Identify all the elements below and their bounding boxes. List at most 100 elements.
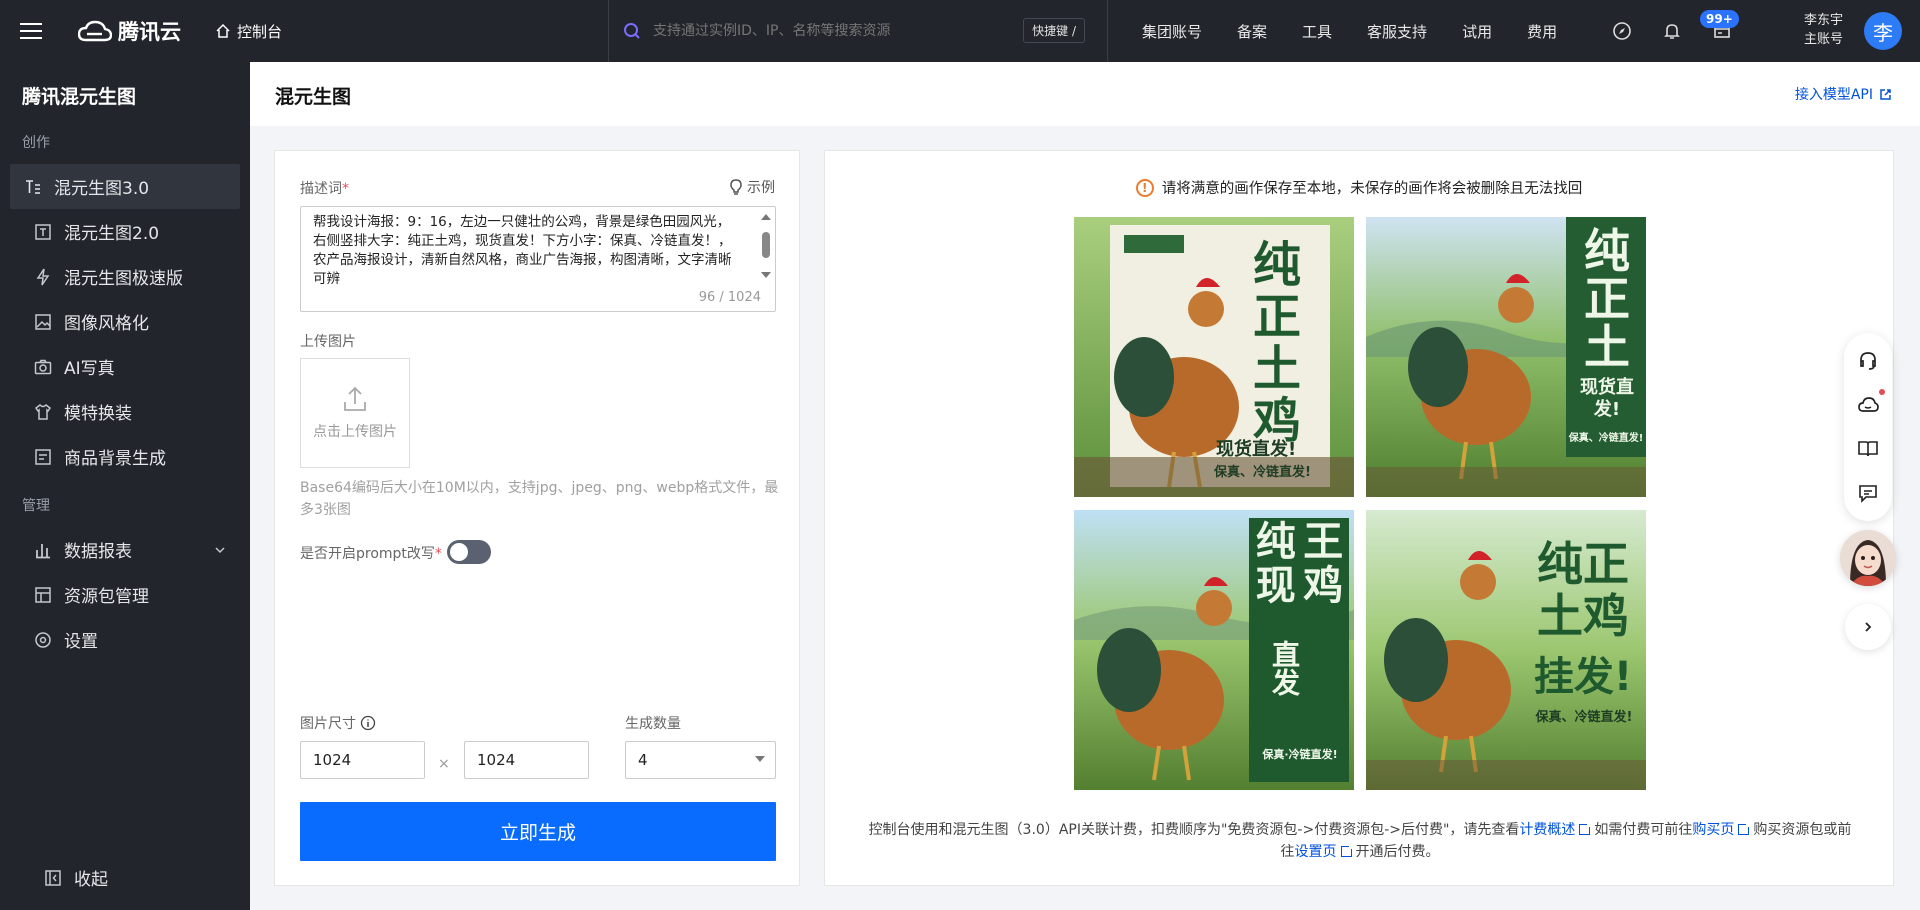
text-box-icon <box>32 221 54 243</box>
poster-small-text: 保真·冷链直发! <box>1262 748 1338 761</box>
poster-title-char: 正 <box>1252 289 1301 345</box>
sidebar-item-hunyuan-3[interactable]: 混元生图3.0 <box>10 164 240 209</box>
sidebar-item-packages[interactable]: 资源包管理 <box>10 572 240 617</box>
times-sign: × <box>438 756 450 772</box>
poster-subtitle: 挂发! <box>1533 654 1633 700</box>
home-icon <box>216 23 230 38</box>
count-select[interactable]: 4 <box>625 741 776 779</box>
poster-title: 纯正 土鸡 <box>1524 538 1642 642</box>
generated-image-4[interactable]: 纯正 土鸡 挂发! 保真、冷链直发! <box>1366 510 1646 790</box>
results-panel: ! 请将满意的画作保存至本地，未保存的画作将会被删除且无法找回 纯 正 土 鸡 … <box>824 150 1894 886</box>
upload-area[interactable]: 点击上传图片 <box>300 358 410 468</box>
assistant-avatar[interactable] <box>1840 530 1896 586</box>
nav-billing[interactable]: 费用 <box>1527 21 1557 42</box>
api-link[interactable]: 接入模型API <box>1795 84 1892 104</box>
upload-icon <box>344 386 366 411</box>
search-input[interactable] <box>653 23 993 39</box>
poster-title-line: 土鸡 <box>1537 589 1629 643</box>
generated-image-3[interactable]: 纯 王 现 鸡 直发 保真·冷链直发! <box>1074 510 1354 790</box>
save-warning: ! 请将满意的画作保存至本地，未保存的画作将会被删除且无法找回 <box>825 177 1893 198</box>
sidebar-item-product-bg[interactable]: 商品背景生成 <box>10 434 240 479</box>
nav-tools[interactable]: 工具 <box>1302 21 1332 42</box>
char-count: 96 / 1024 <box>698 290 761 305</box>
settings-icon <box>32 629 54 651</box>
sidebar-item-label: 资源包管理 <box>64 587 149 607</box>
bell-icon[interactable] <box>1662 21 1682 41</box>
section-manage: 管理 <box>22 498 50 514</box>
warning-text: 请将满意的画作保存至本地，未保存的画作将会被删除且无法找回 <box>1161 181 1583 197</box>
shortcut-hint: 快捷键 / <box>1023 18 1085 43</box>
billing-overview-link[interactable]: 计费概述 <box>1519 822 1575 838</box>
sidebar-item-stylize[interactable]: 图像风格化 <box>10 299 240 344</box>
cloud-chat-icon[interactable] <box>1856 389 1885 417</box>
sidebar-item-hunyuan-2[interactable]: 混元生图2.0 <box>10 209 240 254</box>
billing-note-suffix: 开通后付费。 <box>1355 844 1440 860</box>
floating-toolbar <box>1844 333 1892 521</box>
poster-title-char: 土 <box>1584 320 1630 374</box>
camera-icon <box>32 356 54 378</box>
console-label: 控制台 <box>237 22 283 41</box>
purchase-page-link[interactable]: 购买页 <box>1692 822 1734 838</box>
generated-image-1[interactable]: 纯 正 土 鸡 现货直发! 保真、冷链直发! <box>1074 217 1354 497</box>
nav-beian[interactable]: 备案 <box>1237 21 1267 42</box>
poster-subtitle: 直发 <box>1268 640 1301 696</box>
count-select-value: 4 <box>638 751 648 769</box>
upload-hint: Base64编码后大小在10M以内，支持jpg、jpeg、png、webp格式文… <box>300 480 779 518</box>
user-name: 李东宇 <box>1804 13 1844 28</box>
poster-title-char: 纯 <box>1255 519 1296 565</box>
avatar[interactable]: 李 <box>1864 12 1902 50</box>
poster-small-text: 保真、冷链直发! <box>1214 465 1311 480</box>
feedback-icon[interactable] <box>1856 481 1880 505</box>
settings-page-link[interactable]: 设置页 <box>1295 844 1337 860</box>
sidebar-item-hunyuan-fast[interactable]: 混元生图极速版 <box>10 254 240 299</box>
warning-icon: ! <box>1135 178 1154 197</box>
search-icon <box>624 23 640 39</box>
user-info[interactable]: 李东宇 主账号 <box>1804 11 1843 49</box>
sidebar-item-ai-portrait[interactable]: AI写真 <box>10 344 240 389</box>
prompt-label: 描述词* <box>300 178 349 198</box>
example-button[interactable]: 示例 <box>729 177 775 197</box>
poster-subtitle: 现货直发! <box>1216 439 1297 460</box>
compass-icon[interactable] <box>1612 21 1632 41</box>
console-link[interactable]: 控制台 <box>215 21 282 42</box>
sidebar-item-label: 图像风格化 <box>64 314 149 334</box>
menu-button[interactable] <box>0 0 62 62</box>
cloud-logo-icon <box>78 20 112 42</box>
nav-support[interactable]: 客服支持 <box>1367 21 1427 42</box>
billing-note-prefix: 控制台使用和混元生图（3.0）API关联计费，扣费顺序为"免费资源包->付费资源… <box>868 822 1520 838</box>
prompt-label-text: 描述词 <box>300 181 342 197</box>
generate-button[interactable]: 立即生成 <box>300 802 776 861</box>
info-icon[interactable] <box>360 715 376 731</box>
sidebar-item-label: AI写真 <box>64 359 115 379</box>
billing-note-mid1: 如需付费可前往 <box>1594 822 1693 838</box>
brand-logo[interactable]: 腾讯云 <box>78 16 181 46</box>
headset-icon[interactable] <box>1856 349 1880 373</box>
prompt-textarea[interactable]: 帮我设计海报：9：16，左边一只健壮的公鸡，背景是绿色田园风光，右侧竖排大字：纯… <box>300 206 776 312</box>
global-search: 快捷键 / <box>608 0 1108 62</box>
poster-title-char: 现 <box>1255 563 1296 609</box>
prompt-text: 帮我设计海报：9：16，左边一只健壮的公鸡，背景是绿色田园风光，右侧竖排大字：纯… <box>313 214 732 287</box>
sidebar-item-label: 混元生图极速版 <box>64 269 183 289</box>
assistant-face-icon <box>1840 530 1896 586</box>
brand-name: 腾讯云 <box>118 20 181 44</box>
book-icon[interactable] <box>1856 437 1880 461</box>
prompt-scrollbar[interactable] <box>760 210 772 282</box>
sidebar-title: 腾讯混元生图 <box>22 86 137 108</box>
nav-group-account[interactable]: 集团账号 <box>1142 21 1202 42</box>
chevron-down-icon <box>755 756 765 762</box>
sidebar-item-reports[interactable]: 数据报表 <box>10 527 240 572</box>
example-label: 示例 <box>747 180 775 196</box>
poster-title-char: 纯 <box>1252 237 1301 293</box>
sidebar-item-settings[interactable]: 设置 <box>10 617 240 662</box>
height-input[interactable]: 1024 <box>464 741 589 779</box>
poster-illustration <box>1074 217 1354 497</box>
next-button[interactable] <box>1845 604 1891 650</box>
hamburger-icon <box>20 30 42 32</box>
sidebar-item-outfit-swap[interactable]: 模特换装 <box>10 389 240 434</box>
generated-image-2[interactable]: 纯 正 土 现货直发! 保真、冷链直发! <box>1366 217 1646 497</box>
nav-trial[interactable]: 试用 <box>1462 21 1492 42</box>
prompt-rewrite-toggle[interactable] <box>447 540 491 564</box>
collapse-button[interactable]: 收起 <box>20 855 108 900</box>
scrollbar-thumb[interactable] <box>762 232 770 258</box>
width-input[interactable]: 1024 <box>300 741 425 779</box>
